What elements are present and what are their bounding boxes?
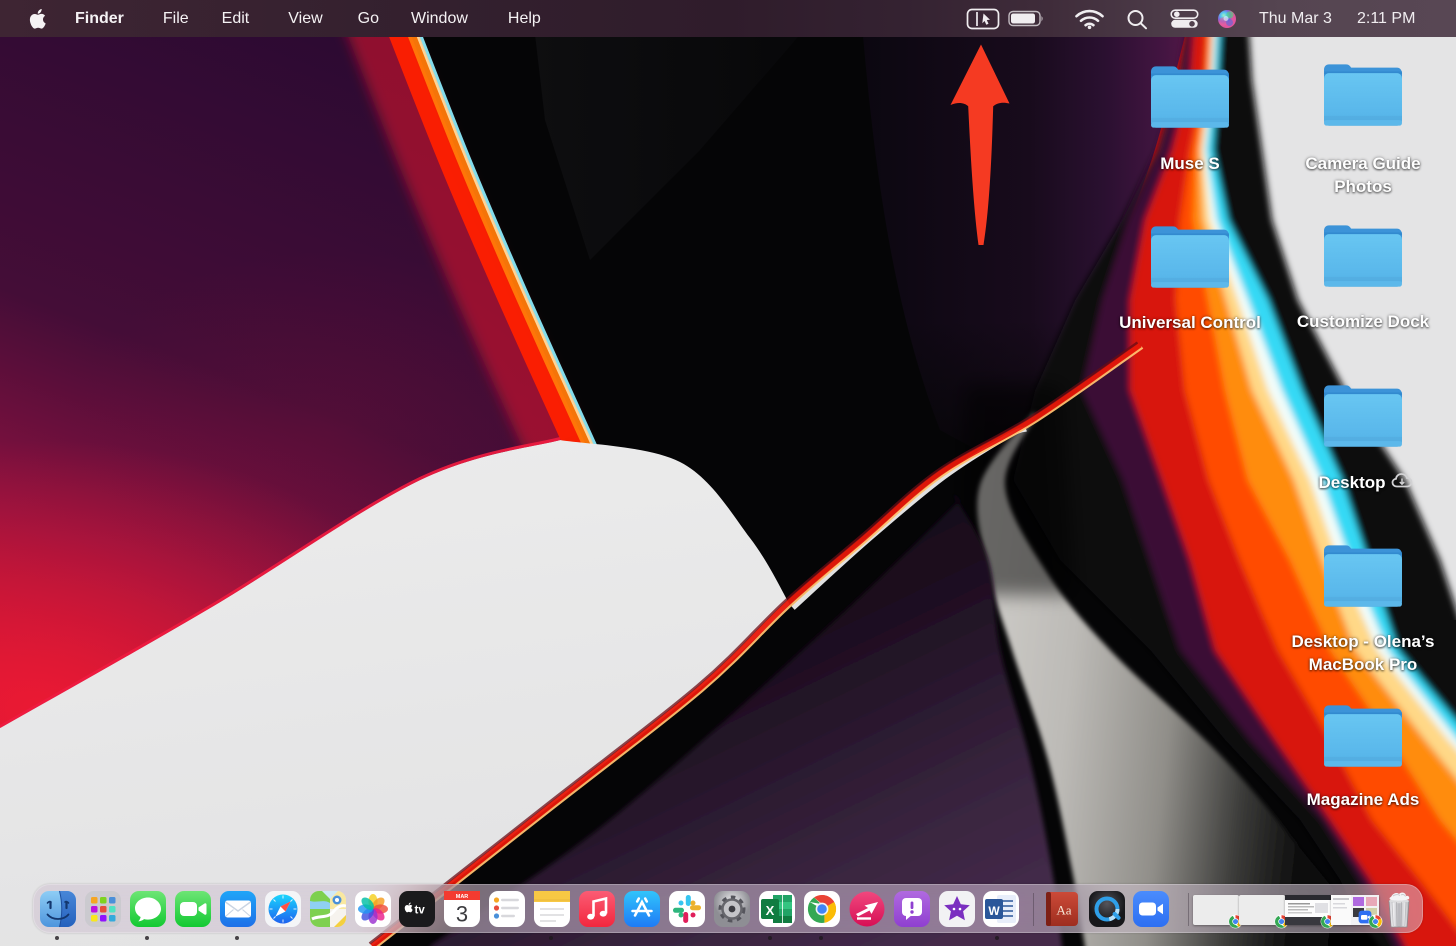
svg-text:MAR: MAR xyxy=(456,894,469,900)
svg-text:3: 3 xyxy=(456,902,468,927)
svg-text:W: W xyxy=(988,904,1000,918)
svg-text:X: X xyxy=(766,903,775,918)
svg-text:Aa: Aa xyxy=(1056,903,1071,918)
svg-text:tv: tv xyxy=(415,905,426,917)
